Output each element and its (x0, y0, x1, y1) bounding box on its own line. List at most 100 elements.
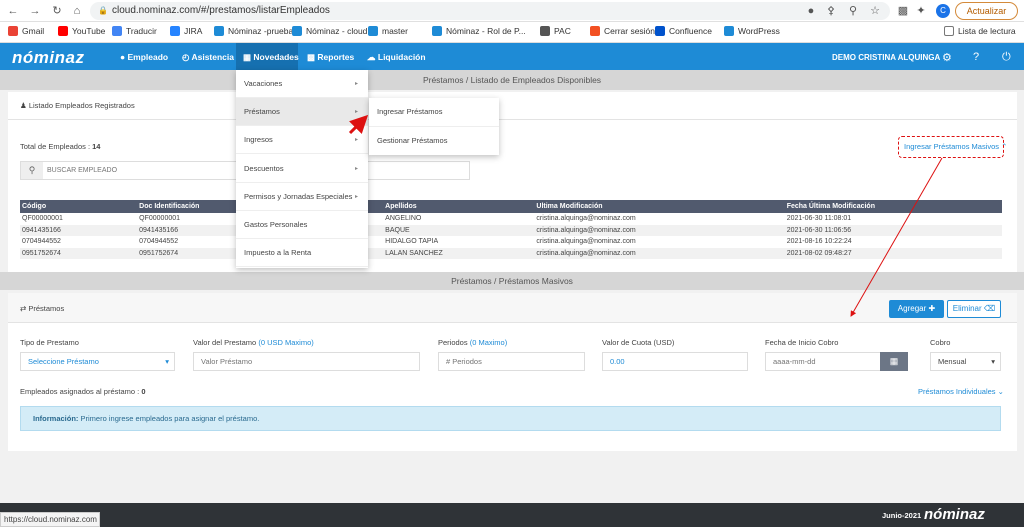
remove-button[interactable]: Eliminar ⌫ (947, 300, 1001, 318)
menu-item-label: Permisos y Jornadas Especiales (244, 192, 353, 201)
employee-table: Código Doc Identificación Apellidos Ultima … (20, 200, 1002, 259)
table-cell: 0704944552 (22, 238, 61, 246)
loan-form-header (8, 293, 1017, 323)
nav-empleado[interactable]: ● Empleado (120, 52, 168, 62)
bookmark-2[interactable]: Traducir (112, 26, 157, 36)
footer-logo: nóminaz (924, 506, 985, 523)
bookmark-1[interactable]: YouTube (58, 26, 105, 36)
nav-novedades[interactable]: ▦ Novedades (243, 52, 299, 63)
fecha-input[interactable] (765, 352, 881, 371)
valor-input[interactable] (193, 352, 420, 371)
fecha-label: Fecha de Inicio Cobro (765, 338, 839, 347)
location-icon[interactable]: ● (804, 4, 818, 18)
forward-icon[interactable]: → (28, 4, 42, 18)
bookmark-icon (58, 26, 68, 36)
column-header: Ultima Modificación (534, 200, 785, 213)
home-icon[interactable]: ⌂ (70, 4, 84, 18)
menu-item-label: Ingresos (244, 135, 273, 144)
bookmark-10[interactable]: Confluence (655, 26, 712, 36)
bookmark-label: PAC (554, 26, 571, 36)
help-icon[interactable]: ? (973, 51, 979, 63)
bookmark-icon (432, 26, 442, 36)
caret-right-icon: ▸ (354, 137, 358, 143)
bookmark-5[interactable]: Nóminaz - cloud (292, 26, 367, 36)
table-cell: 2021-06-30 11:06:56 (784, 224, 1002, 236)
app-logo[interactable]: nóminaz (12, 48, 84, 68)
cuota-input[interactable]: 0.00 (602, 352, 748, 371)
submenu-ingresar[interactable]: Ingresar Préstamos (369, 98, 499, 126)
bookmark-label: Traducir (126, 26, 157, 36)
bookmark-8[interactable]: PAC (540, 26, 571, 36)
table-cell: cristina.alquinga@nominaz.com (534, 224, 785, 236)
extension-badge-icon[interactable]: ▩ (896, 4, 910, 18)
info-alert: Información: Primero ingrese empleados p… (20, 406, 1001, 431)
settings-icon[interactable]: ⚙ (942, 51, 952, 64)
status-url: https://cloud.nominaz.com (0, 512, 100, 527)
page-title: Préstamos / Listado de Empleados Disponi… (0, 70, 1024, 90)
bookmark-9[interactable]: Cerrar sesión (590, 26, 655, 36)
star-icon[interactable]: ☆ (868, 4, 882, 18)
menu-item-2[interactable]: Ingresos ▸ (236, 126, 368, 154)
table-cell: QF00000001 (22, 215, 63, 223)
add-button[interactable]: Agregar ✚ (889, 300, 944, 318)
bookmark-4[interactable]: Nóminaz -pruebas (214, 26, 297, 36)
reading-list[interactable]: Lista de lectura (944, 26, 1016, 36)
app-footer (0, 503, 1024, 527)
caret-right-icon: ▸ (354, 109, 358, 115)
column-header: Código (20, 200, 138, 213)
menu-item-3[interactable]: Descuentos ▸ (236, 155, 368, 183)
table-row[interactable]: 0941435166 0941435166 BAQUE cristina.alquin… (20, 224, 1002, 236)
bookmark-label: JIRA (184, 26, 203, 36)
table-cell: cristina.alquinga@nominaz.com (534, 247, 785, 259)
section-title: Préstamos / Préstamos Masivos (0, 272, 1024, 290)
periodos-input[interactable] (438, 352, 585, 371)
zoom-icon[interactable]: ⚲ (846, 4, 860, 18)
reload-icon[interactable]: ↻ (50, 4, 64, 18)
power-icon[interactable]: ⏻ (1002, 51, 1011, 64)
update-button[interactable]: Actualizar (955, 2, 1018, 20)
caret-right-icon: ▸ (354, 194, 358, 200)
bookmark-3[interactable]: JIRA (170, 26, 202, 36)
trash-icon: ⌫ (983, 304, 996, 313)
periodos-label: Periodos (0 Maximo) (438, 338, 508, 347)
bookmark-icon (112, 26, 122, 36)
bookmark-icon (590, 26, 600, 36)
bookmark-6[interactable]: master (368, 26, 408, 36)
individual-loans-link[interactable]: Préstamos Individuales ⌄ (918, 387, 1004, 396)
bookmark-icon (540, 26, 550, 36)
menu-item-0[interactable]: Vacaciones ▸ (236, 70, 368, 98)
cuota-label: Valor de Cuota (USD) (602, 338, 675, 347)
bookmark-label: master (382, 26, 408, 36)
bookmark-11[interactable]: WordPress (724, 26, 780, 36)
profile-avatar[interactable]: C (936, 4, 950, 18)
key-icon[interactable]: ⚴ (824, 4, 838, 18)
menu-item-5[interactable]: Gastos Personales (236, 211, 368, 239)
cobro-select[interactable]: Mensual ▾ (930, 352, 1001, 371)
bookmark-label: Nóminaz -pruebas (228, 26, 298, 36)
table-row[interactable]: 0951752674 0951752674 LALAN SANCHEZ cristin… (20, 247, 1002, 259)
loan-form-title: ⇄ Préstamos (20, 304, 65, 313)
table-cell: LALAN SANCHEZ (383, 247, 535, 259)
nav-asistencia[interactable]: ◴ Asistencia (182, 52, 234, 63)
tipo-select[interactable]: Seleccione Préstamo ▾ (20, 352, 175, 371)
bookmark-0[interactable]: Gmail (8, 26, 44, 36)
menu-item-4[interactable]: Permisos y Jornadas Especiales ▸ (236, 183, 368, 211)
bookmark-7[interactable]: Nóminaz - Rol de P... (432, 26, 526, 36)
puzzle-icon[interactable]: ✦ (914, 4, 928, 18)
table-row[interactable]: QF00000001 QF00000001 ANGELINO cristina.alq… (20, 213, 1002, 225)
bookmark-label: Gmail (22, 26, 45, 36)
menu-item-6[interactable]: Impuesto a la Renta (236, 239, 368, 267)
back-icon[interactable]: ← (6, 4, 20, 18)
submenu-gestionar[interactable]: Gestionar Préstamos (369, 126, 499, 154)
bookmark-label: WordPress (738, 26, 780, 36)
nav-liquidacion[interactable]: ☁ Liquidación (367, 52, 426, 63)
caret-right-icon: ▸ (354, 81, 358, 87)
url-text[interactable]: cloud.nominaz.com/#/prestamos/listarEmpl… (112, 5, 330, 16)
calendar-icon[interactable]: ▦ (880, 352, 908, 371)
menu-item-label: Préstamos (244, 107, 280, 116)
user-name[interactable]: DEMO CRISTINA ALQUINGA (832, 53, 940, 62)
nav-reportes[interactable]: ▩ Reportes (307, 52, 354, 63)
menu-item-1[interactable]: Préstamos ▸ (236, 98, 368, 126)
table-row[interactable]: 0704944552 0704944552 HIDALGO TAPIA cristin… (20, 236, 1002, 248)
bookmark-label: Nóminaz - cloud (306, 26, 368, 36)
